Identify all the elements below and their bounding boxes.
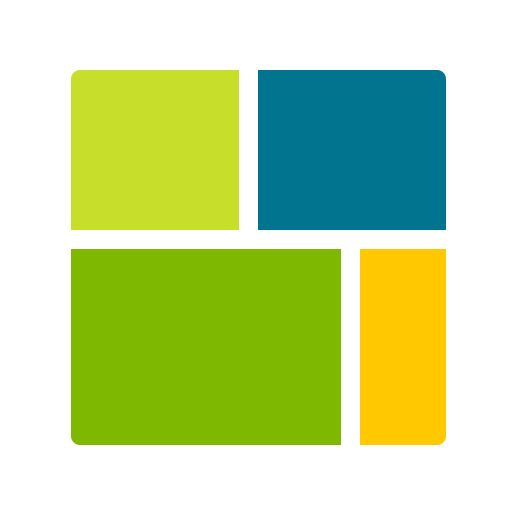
lime-tile	[71, 70, 239, 230]
yellow-tile	[360, 249, 446, 445]
app-canvas	[0, 0, 512, 512]
teal-tile	[258, 70, 446, 230]
green-tile	[71, 249, 341, 445]
tile-grid-logo-icon	[0, 0, 512, 512]
